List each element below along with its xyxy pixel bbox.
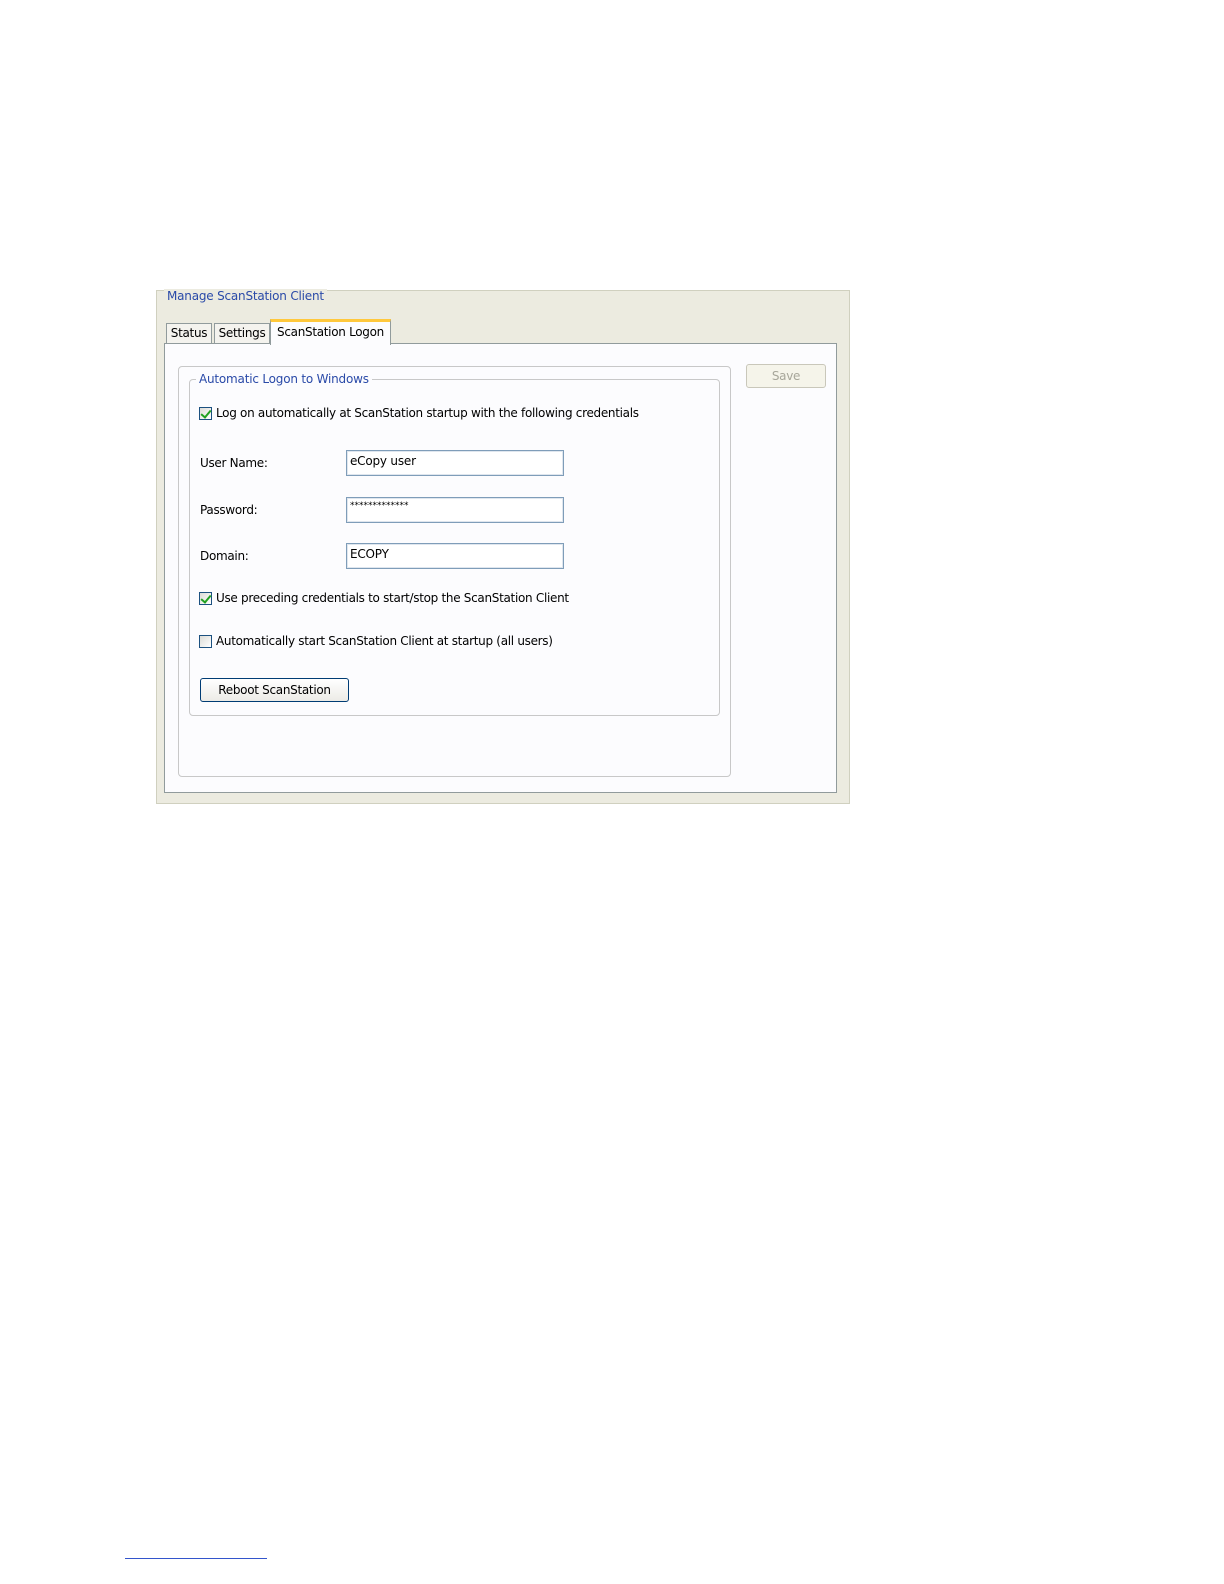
domain-label: Domain: — [200, 549, 249, 563]
auto-logon-checkbox-row[interactable]: Log on automatically at ScanStation star… — [199, 404, 639, 422]
user-name-field[interactable]: eCopy user — [346, 450, 564, 476]
auto-logon-label: Log on automatically at ScanStation star… — [216, 406, 639, 420]
auto-start-label: Automatically start ScanStation Client a… — [216, 634, 553, 648]
automatic-logon-group-title: Automatic Logon to Windows — [196, 372, 372, 386]
use-credentials-checkbox-row[interactable]: Use preceding credentials to start/stop … — [199, 589, 569, 607]
auto-logon-checkbox[interactable] — [199, 406, 212, 420]
tab-status[interactable]: Status — [166, 323, 212, 344]
document-page: Manage ScanStation Client Status Setting… — [0, 0, 1224, 1584]
user-name-label: User Name: — [200, 456, 268, 470]
tab-scanstation-logon[interactable]: ScanStation Logon — [270, 319, 391, 345]
auto-start-checkbox-row[interactable]: Automatically start ScanStation Client a… — [199, 632, 553, 650]
use-credentials-checkbox[interactable] — [199, 591, 212, 605]
save-button[interactable]: Save — [746, 364, 826, 388]
manage-client-group-title: Manage ScanStation Client — [164, 289, 327, 303]
domain-field[interactable]: ECOPY — [346, 543, 564, 569]
use-credentials-label: Use preceding credentials to start/stop … — [216, 591, 569, 605]
footnote-divider — [125, 1558, 267, 1559]
auto-start-checkbox[interactable] — [199, 634, 212, 648]
password-field[interactable]: ************* — [346, 497, 564, 523]
password-label: Password: — [200, 503, 258, 517]
tab-settings[interactable]: Settings — [214, 323, 270, 344]
reboot-scanstation-button[interactable]: Reboot ScanStation — [200, 678, 349, 702]
